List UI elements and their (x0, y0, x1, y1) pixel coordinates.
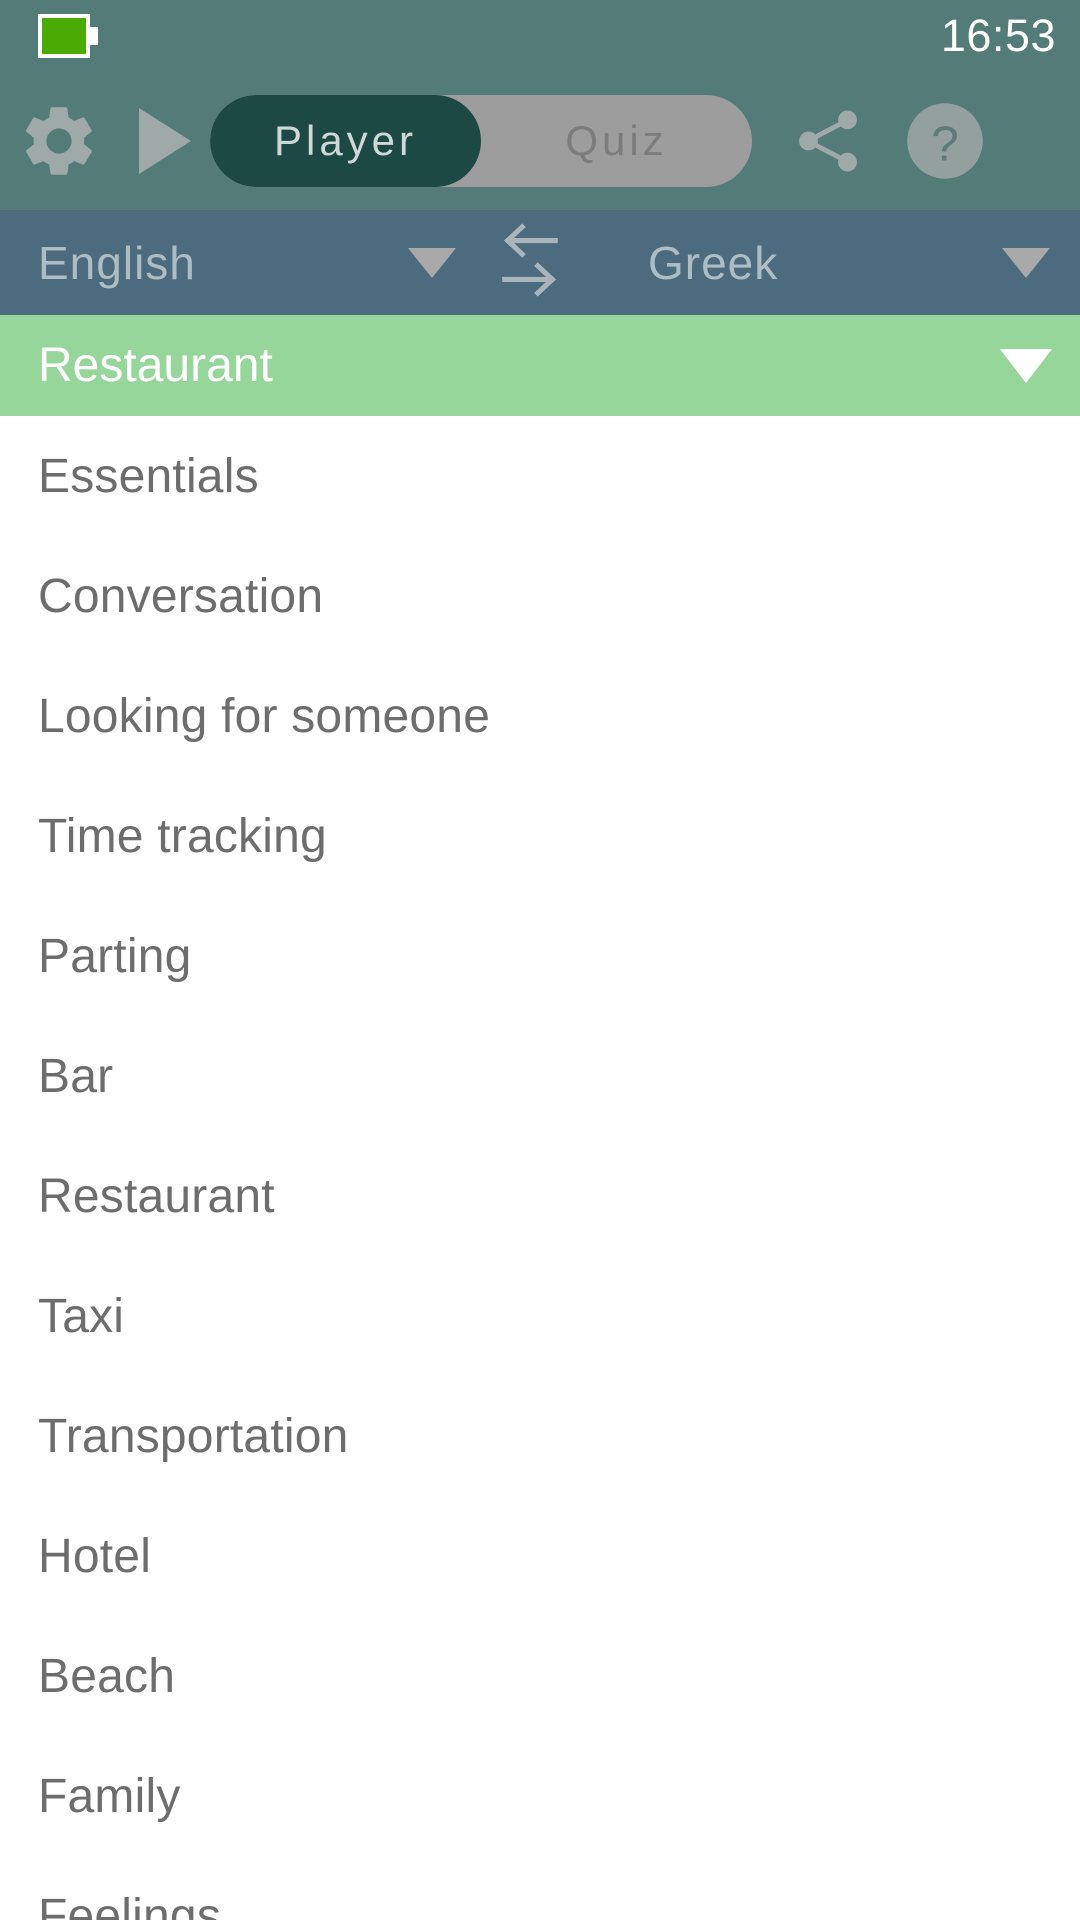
selected-category-label: Restaurant (38, 339, 273, 392)
list-item-label: Looking for someone (38, 689, 491, 743)
tab-player[interactable]: Player (210, 95, 481, 187)
share-icon (799, 110, 857, 172)
play-button[interactable] (118, 72, 210, 210)
list-item-label: Parting (38, 929, 192, 983)
tab-quiz[interactable]: Quiz (481, 95, 752, 187)
status-bar: 16:53 (0, 0, 1080, 72)
list-item[interactable]: Feelings (0, 1856, 1080, 1920)
battery-cap (90, 27, 98, 45)
settings-button[interactable] (0, 72, 118, 210)
target-language-selector[interactable]: Greek (648, 236, 778, 290)
list-item[interactable]: Beach (0, 1616, 1080, 1736)
list-item-label: Essentials (38, 449, 259, 503)
battery-full-icon (38, 14, 98, 58)
list-item[interactable]: Hotel (0, 1496, 1080, 1616)
app-root: 16:53 Player Quiz ? English Greek Restau… (0, 0, 1080, 1920)
play-icon (139, 108, 191, 174)
list-item[interactable]: Looking for someone (0, 656, 1080, 776)
list-item-label: Hotel (38, 1529, 152, 1583)
help-button[interactable]: ? (886, 72, 1004, 210)
swap-languages-button[interactable] (495, 219, 565, 306)
target-language-chevron-down-icon[interactable] (1002, 247, 1050, 278)
list-item-label: Taxi (38, 1289, 125, 1343)
source-language-chevron-down-icon[interactable] (408, 247, 456, 278)
battery-fill (42, 18, 86, 54)
list-item[interactable]: Taxi (0, 1256, 1080, 1376)
list-item-label: Conversation (38, 569, 324, 623)
status-bar-clock: 16:53 (940, 10, 1056, 61)
list-item-label: Family (38, 1769, 181, 1823)
list-item[interactable]: Bar (0, 1016, 1080, 1136)
source-language-selector[interactable]: English (38, 236, 196, 290)
category-chevron-down-icon[interactable] (1000, 348, 1052, 383)
gear-icon (26, 107, 92, 175)
tab-quiz-label: Quiz (565, 117, 668, 164)
tab-player-label: Player (273, 117, 418, 164)
list-item-label: Feelings (38, 1889, 222, 1920)
list-item-label: Beach (38, 1649, 176, 1703)
list-item[interactable]: Restaurant (0, 1136, 1080, 1256)
app-toolbar: Player Quiz ? (0, 72, 1080, 210)
svg-text:?: ? (931, 116, 959, 171)
list-item[interactable]: Conversation (0, 536, 1080, 656)
list-item[interactable]: Transportation (0, 1376, 1080, 1496)
language-bar: English Greek (0, 210, 1080, 315)
list-item[interactable]: Essentials (0, 416, 1080, 536)
list-item-label: Bar (38, 1049, 114, 1103)
list-item[interactable]: Family (0, 1736, 1080, 1856)
share-button[interactable] (770, 72, 886, 210)
mode-segmented-control[interactable]: Player Quiz (210, 95, 752, 187)
list-item[interactable]: Parting (0, 896, 1080, 1016)
category-list[interactable]: Essentials Conversation Looking for some… (0, 416, 1080, 1920)
list-item-label: Transportation (38, 1409, 349, 1463)
list-item-label: Restaurant (38, 1169, 275, 1223)
help-circle-icon: ? (907, 103, 983, 179)
list-item-label: Time tracking (38, 809, 327, 863)
swap-arrows-icon (502, 223, 558, 297)
category-dropdown-header[interactable]: Restaurant (0, 315, 1080, 416)
list-item[interactable]: Time tracking (0, 776, 1080, 896)
